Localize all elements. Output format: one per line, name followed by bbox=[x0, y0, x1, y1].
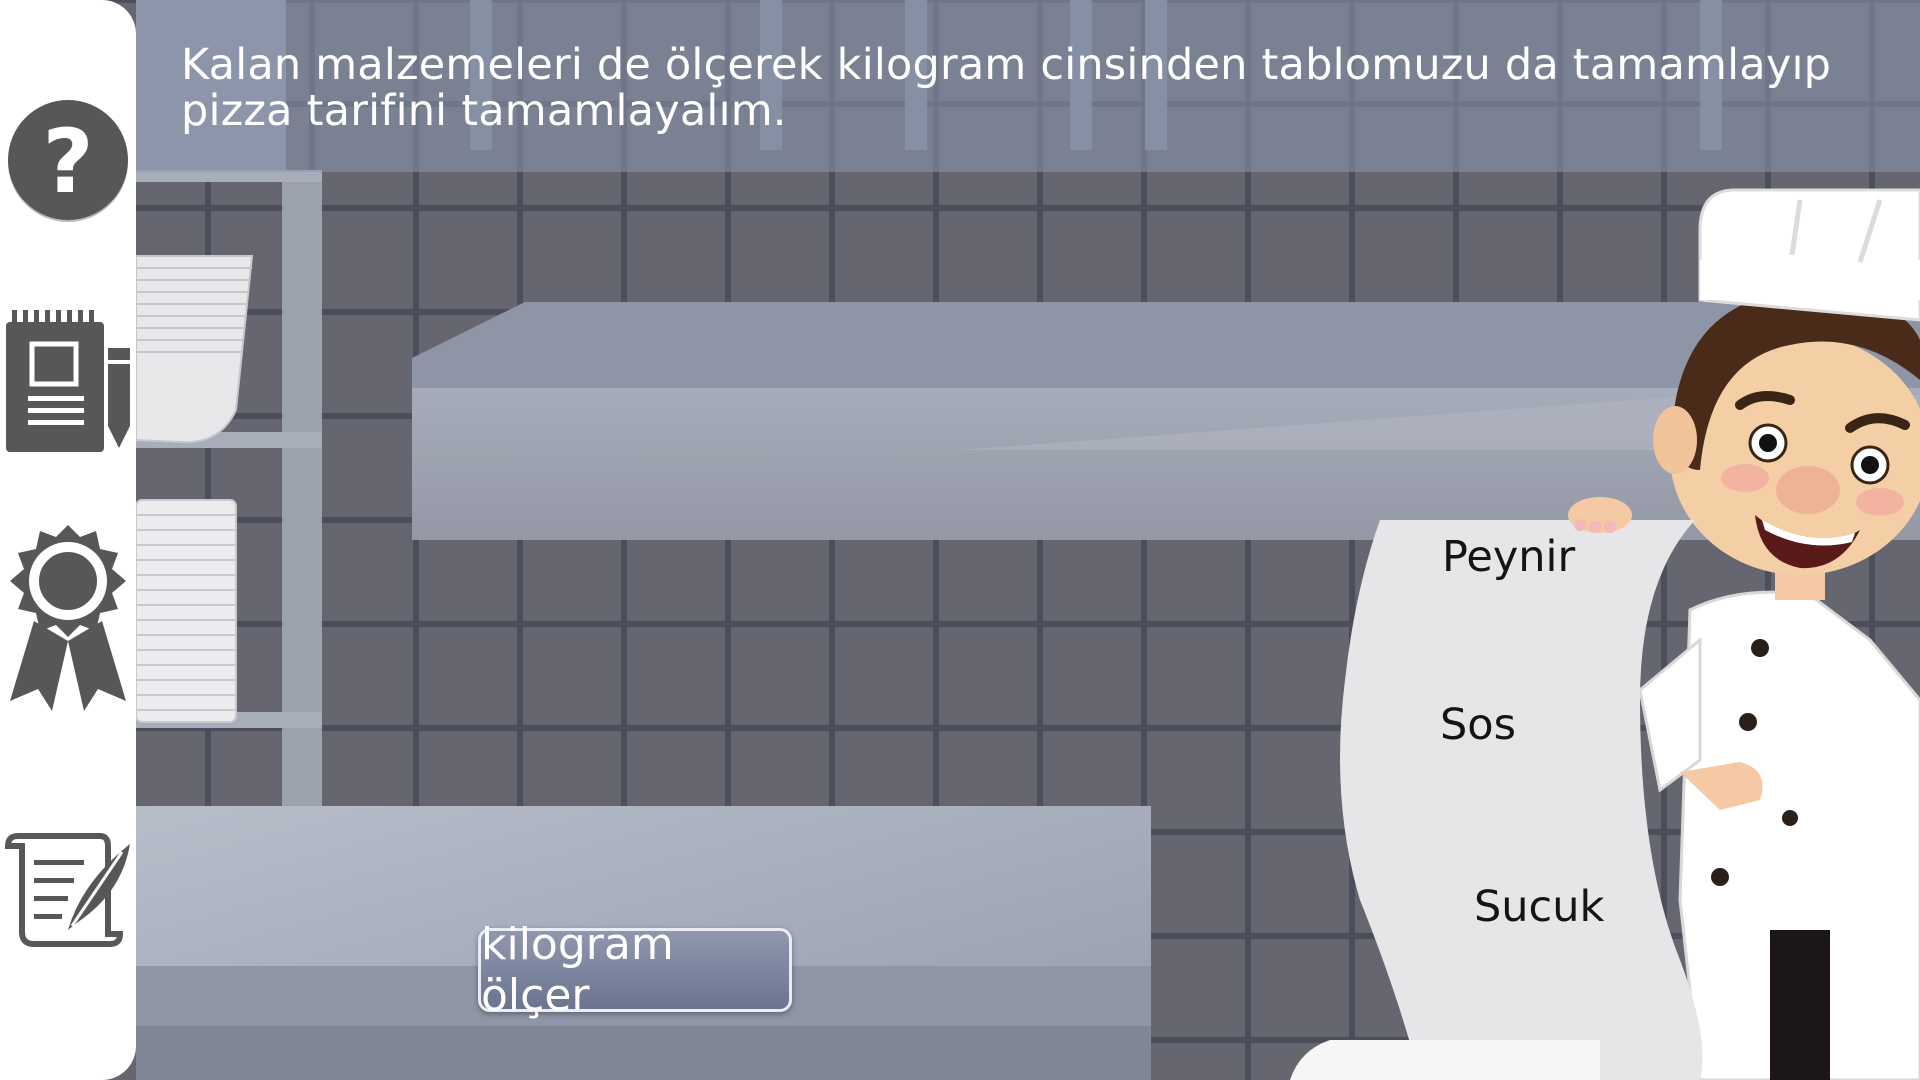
help-button[interactable]: ? bbox=[4, 96, 132, 224]
notepad-pencil-icon bbox=[6, 310, 130, 452]
recipe-item-sucuk: Sucuk bbox=[1474, 882, 1605, 932]
question-mark-icon: ? bbox=[8, 100, 128, 222]
instruction-text: Kalan malzemeleri de ölçerek kilogram ci… bbox=[181, 40, 1832, 136]
award-ribbon-icon bbox=[10, 525, 126, 711]
recipe-button[interactable] bbox=[4, 822, 132, 950]
svg-text:?: ? bbox=[42, 110, 93, 213]
achievements-button[interactable] bbox=[4, 525, 132, 711]
sidebar: ? bbox=[0, 0, 136, 1080]
recipe-item-sos: Sos bbox=[1440, 700, 1517, 750]
scroll-quill-icon bbox=[4, 833, 130, 947]
kilogram-measure-button[interactable]: kilogram ölçer bbox=[478, 919, 792, 1021]
recipe-item-peynir: Peynir bbox=[1442, 532, 1576, 582]
notes-button[interactable] bbox=[4, 310, 132, 452]
